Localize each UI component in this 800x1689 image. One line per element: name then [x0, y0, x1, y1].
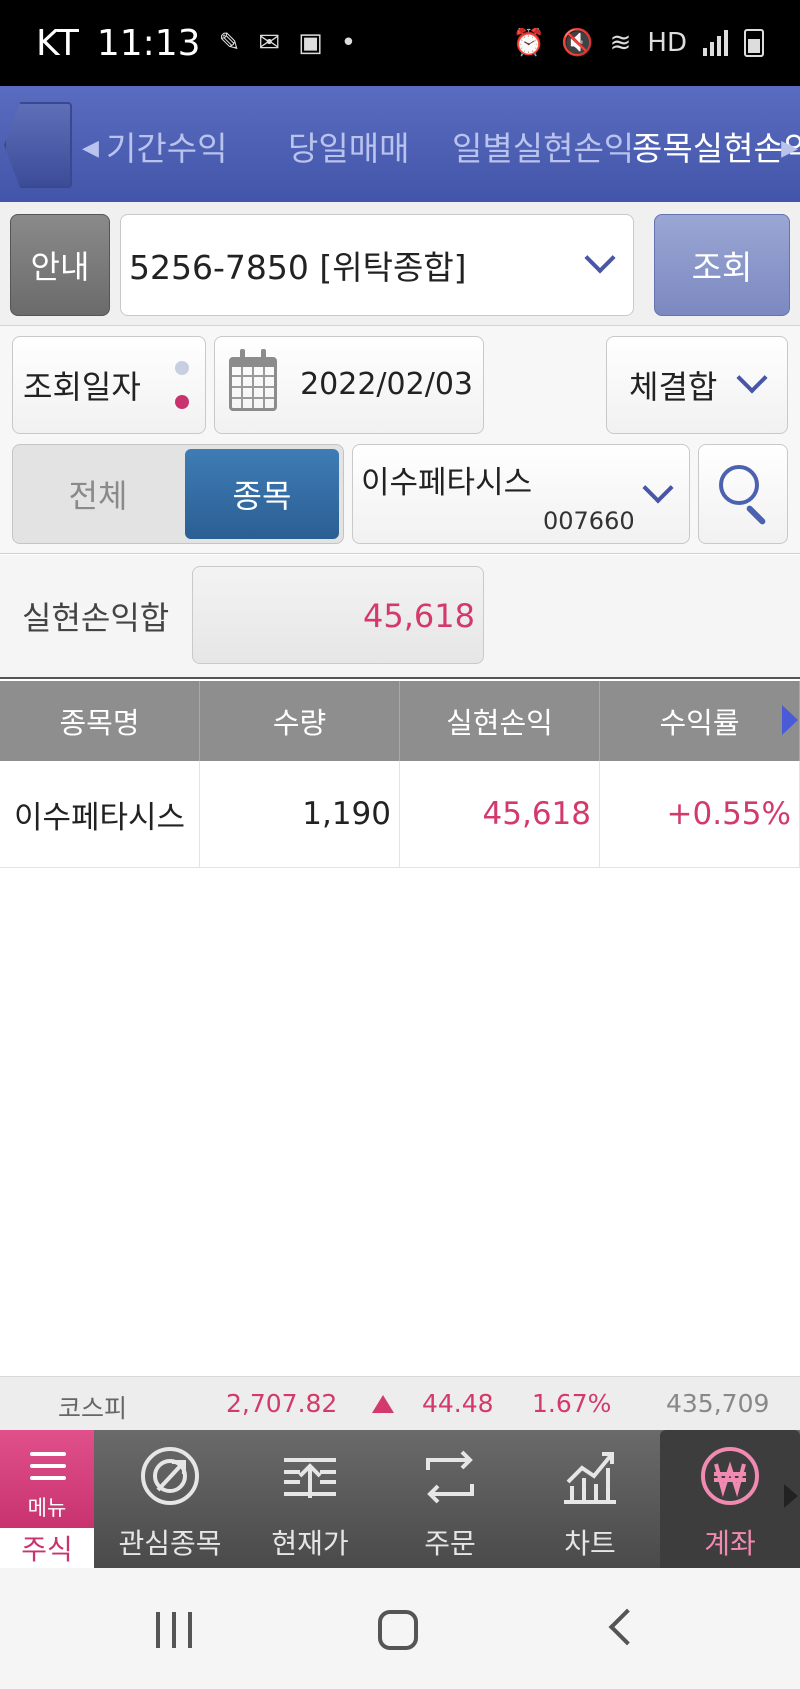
chevron-down-icon: [584, 242, 616, 274]
segment-stock[interactable]: 종목: [185, 449, 339, 539]
stock-code: 007660: [543, 507, 635, 535]
home-button[interactable]: [378, 1610, 418, 1650]
date-value: 2022/02/03: [300, 367, 473, 402]
index-price: 2,707.82: [226, 1389, 338, 1418]
signal-icon: [703, 30, 728, 56]
scroll-right-icon[interactable]: ▶: [781, 136, 798, 161]
account-row: 안내 5256-7850 [위탁종합] 조회: [0, 202, 800, 326]
table-row[interactable]: 이수페타시스 1,190 45,618 +0.55%: [0, 761, 800, 868]
chevron-down-icon: [736, 362, 768, 394]
calendar-icon[interactable]: [229, 349, 277, 411]
notification-icon: ✉: [258, 28, 281, 58]
battery-icon: [744, 29, 764, 57]
nav-current-price[interactable]: 현재가: [240, 1430, 380, 1568]
nav-watchlist[interactable]: 관심종목: [100, 1430, 240, 1568]
col-realized-pnl[interactable]: 실현손익: [400, 681, 600, 761]
tab-period-profit[interactable]: 기간수익: [106, 122, 227, 170]
search-button[interactable]: [698, 444, 788, 544]
summary-value-box: 45,618: [192, 566, 484, 664]
chevron-down-icon: [642, 472, 674, 504]
date-picker[interactable]: 2022/02/03: [214, 336, 484, 434]
more-notifications-icon: •: [340, 28, 357, 58]
bottom-nav: 메뉴 주식 관심종목 현재가 주문 차트 계좌: [0, 1430, 800, 1568]
cell-quantity: 1,190: [200, 761, 400, 867]
account-select[interactable]: 5256-7850 [위탁종합]: [120, 214, 634, 316]
index-volume: 435,709: [666, 1389, 770, 1418]
option-dot-selected: [175, 395, 189, 409]
guide-button[interactable]: 안내: [10, 214, 110, 316]
won-account-icon: [701, 1447, 759, 1505]
stock-select[interactable]: 이수페타시스 007660: [352, 444, 690, 544]
col-quantity[interactable]: 수량: [200, 681, 400, 761]
nav-account[interactable]: 계좌: [660, 1430, 800, 1568]
menu-label: 메뉴: [27, 1496, 67, 1520]
cell-realized-pnl: 45,618: [400, 761, 600, 867]
nav-more-icon[interactable]: [784, 1484, 798, 1508]
up-triangle-icon: [372, 1395, 394, 1413]
system-back-button[interactable]: [608, 1608, 646, 1646]
query-button[interactable]: 조회: [654, 214, 790, 316]
stock-name: 이수페타시스: [361, 465, 533, 501]
summary-label: 실현손익합: [22, 599, 170, 637]
tab-daily-trade[interactable]: 당일매매: [288, 122, 409, 170]
date-label: 조회일자: [23, 368, 141, 406]
system-nav-bar: [0, 1568, 800, 1689]
exec-option-value: 체결합: [629, 368, 718, 406]
wifi-icon: ≋: [609, 28, 632, 58]
account-value: 5256-7850 [위탁종합]: [129, 248, 467, 287]
tab-stock-realized[interactable]: 종목실현손익: [632, 122, 800, 170]
scope-segment: 전체 종목: [12, 444, 344, 544]
menu-section-label: 주식: [0, 1528, 94, 1568]
col-stock-name[interactable]: 종목명: [0, 681, 200, 761]
search-icon: [719, 465, 759, 505]
col-return-rate[interactable]: 수익률: [600, 681, 800, 761]
nav-order[interactable]: 주문: [380, 1430, 520, 1568]
back-button[interactable]: [0, 96, 80, 192]
cell-stock-name: 이수페타시스: [0, 761, 200, 867]
scroll-columns-icon[interactable]: [782, 705, 798, 735]
mute-icon: 🔇: [561, 28, 594, 58]
menu-button[interactable]: 메뉴 주식: [0, 1430, 94, 1568]
alarm-icon: ⏰: [512, 28, 546, 58]
date-type-toggle[interactable]: 조회일자: [12, 336, 206, 434]
segment-all[interactable]: 전체: [13, 445, 183, 543]
option-dot: [175, 361, 189, 375]
notification-icon: ✎: [218, 28, 241, 58]
notification-icon: ▣: [298, 28, 323, 58]
hd-icon: HD: [647, 28, 687, 58]
index-ticker[interactable]: 코스피 2,707.82 44.48 1.67% 435,709: [0, 1376, 800, 1430]
cell-return-rate: +0.55%: [600, 761, 800, 867]
filter-area: 조회일자 2022/02/03 체결합 전체 종목 이수페타시스 007660: [0, 326, 800, 554]
carrier-label: KT: [36, 22, 79, 64]
nav-chart[interactable]: 차트: [520, 1430, 660, 1568]
hamburger-icon: [30, 1452, 66, 1456]
order-icon: [426, 1450, 474, 1504]
clock: 11:13: [96, 22, 201, 64]
recent-apps-button[interactable]: [156, 1612, 192, 1648]
current-price-icon: [284, 1458, 336, 1498]
index-name: 코스피: [58, 1394, 128, 1423]
index-rate: 1.67%: [532, 1389, 612, 1418]
status-bar: KT 11:13 ✎ ✉ ▣ • ⏰ 🔇 ≋ HD: [0, 0, 800, 86]
index-change: 44.48: [422, 1389, 494, 1418]
tab-bar: ◀ 기간수익 당일매매 일별실현손익 종목실현손익 ▶: [0, 86, 800, 202]
realized-summary: 실현손익합 45,618: [0, 555, 800, 679]
exec-option-select[interactable]: 체결합: [606, 336, 788, 434]
summary-value: 45,618: [363, 597, 475, 635]
chart-icon: [564, 1452, 616, 1504]
watchlist-icon: [141, 1447, 199, 1505]
scroll-left-icon[interactable]: ◀: [82, 136, 99, 161]
tab-daily-realized[interactable]: 일별실현손익: [452, 122, 634, 170]
table-header: 종목명 수량 실현손익 수익률: [0, 681, 800, 761]
